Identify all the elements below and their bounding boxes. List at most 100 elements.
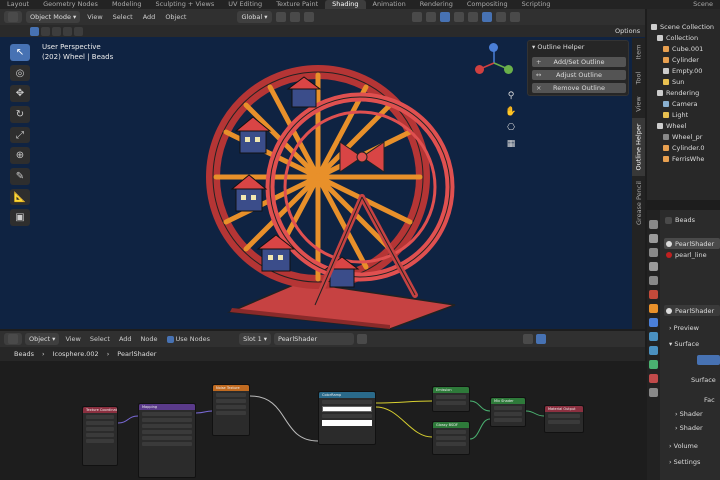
select-invert-icon[interactable]	[63, 26, 72, 36]
node-color-ramp[interactable]: ColorRamp	[318, 391, 376, 445]
tab-texture-paint[interactable]: Texture Paint	[269, 0, 325, 9]
surface-shader-field[interactable]	[697, 355, 720, 365]
select-extend-icon[interactable]	[41, 26, 50, 36]
remove-outline-button[interactable]: × Remove Outline	[532, 83, 626, 93]
panel-volume[interactable]: › Volume	[669, 442, 698, 450]
transform-orientation-dropdown[interactable]: Global ▾	[237, 11, 272, 23]
node-menu-add[interactable]: Add	[116, 335, 135, 343]
menu-select[interactable]: Select	[110, 13, 136, 21]
outliner-item[interactable]: FerrisWhe	[647, 153, 720, 164]
outliner-item[interactable]: Sun	[647, 76, 720, 87]
node-menu-node[interactable]: Node	[138, 335, 161, 343]
add-cube-tool-icon[interactable]: ▣	[10, 209, 30, 227]
node-editor-type-button[interactable]	[4, 333, 22, 345]
view-layer-tab-icon[interactable]	[649, 262, 658, 271]
outliner-item[interactable]: Light	[647, 109, 720, 120]
tab-scripting[interactable]: Scripting	[515, 0, 558, 9]
use-nodes-checkbox[interactable]: Use Nodes	[164, 335, 214, 343]
breadcrumb-mesh[interactable]: Icosphere.002	[53, 350, 99, 358]
tab-animation[interactable]: Animation	[366, 0, 413, 9]
outliner-item[interactable]: Camera	[647, 98, 720, 109]
visibility-icon[interactable]	[411, 12, 422, 22]
tab-tool[interactable]: Tool	[632, 66, 645, 90]
material-selector[interactable]: PearlShader	[274, 333, 354, 345]
shading-wireframe-icon[interactable]	[467, 12, 478, 22]
node-mix-shader[interactable]: Mix Shader	[490, 397, 526, 427]
modifier-tab-icon[interactable]	[649, 318, 658, 327]
node-canvas[interactable]: Texture Coordinate Mapping Noise Texture…	[0, 361, 645, 480]
active-material-selector[interactable]: PearlShader	[664, 305, 720, 316]
shading-rendered-icon[interactable]	[509, 12, 520, 22]
node-mapping[interactable]: Mapping	[138, 403, 196, 478]
node-glossy-bsdf[interactable]: Glossy BSDF	[432, 421, 470, 455]
tab-geometry-nodes[interactable]: Geometry Nodes	[36, 0, 105, 9]
zoom-icon[interactable]: ⚲	[508, 91, 515, 101]
shading-solid-icon[interactable]	[481, 12, 492, 22]
outliner-item[interactable]: Rendering	[647, 87, 720, 98]
y-axis-icon[interactable]	[504, 65, 513, 74]
shader-input-2[interactable]: › Shader	[675, 424, 703, 432]
transform-tool-icon[interactable]: ⊕	[10, 147, 30, 165]
slot-dropdown[interactable]: Slot 1 ▾	[239, 333, 271, 345]
texture-tab-icon[interactable]	[649, 388, 658, 397]
tab-layout[interactable]: Layout	[0, 0, 36, 9]
overlay-icon[interactable]	[439, 12, 450, 22]
menu-object[interactable]: Object	[162, 13, 189, 21]
add-set-outline-button[interactable]: + Add/Set Outline	[532, 57, 626, 67]
particles-tab-icon[interactable]	[649, 332, 658, 341]
panel-surface[interactable]: ▾ Surface	[669, 340, 699, 348]
tab-grease-pencil[interactable]: Grease Pencil	[632, 178, 645, 228]
move-tool-icon[interactable]: ✥	[10, 85, 30, 103]
navigation-gizmo[interactable]	[474, 41, 514, 81]
outliner-item[interactable]: Cube.001	[647, 43, 720, 54]
editor-type-button[interactable]	[4, 11, 22, 23]
node-menu-view[interactable]: View	[62, 335, 83, 343]
proportional-edit-icon[interactable]	[303, 12, 314, 22]
node-snap-icon[interactable]	[523, 334, 533, 344]
node-menu-select[interactable]: Select	[87, 335, 113, 343]
select-intersect-icon[interactable]	[74, 26, 83, 36]
scale-tool-icon[interactable]: ⤢	[10, 126, 30, 144]
shader-type-dropdown[interactable]: Object ▾	[25, 333, 60, 345]
tab-modeling[interactable]: Modeling	[105, 0, 149, 9]
object-tab-icon[interactable]	[649, 304, 658, 313]
outliner-item[interactable]: Cylinder	[647, 54, 720, 65]
outliner-item[interactable]: Wheel_pr	[647, 131, 720, 142]
node-material-output[interactable]: Material Output	[544, 405, 584, 433]
node-emission[interactable]: Emission	[432, 386, 470, 412]
mode-dropdown[interactable]: Object Mode ▾	[26, 11, 81, 23]
pin-icon[interactable]	[357, 334, 367, 344]
tab-shading[interactable]: Shading	[325, 0, 366, 9]
properties-object-row[interactable]: Beads	[665, 216, 695, 224]
outliner-item[interactable]: Collection	[647, 32, 720, 43]
material-slot[interactable]: pearl_line	[664, 251, 707, 259]
node-texture-coordinate[interactable]: Texture Coordinate	[82, 406, 118, 466]
select-box-icon[interactable]	[30, 26, 39, 36]
breadcrumb-object[interactable]: Beads	[14, 350, 34, 358]
menu-view[interactable]: View	[84, 13, 105, 21]
pivot-icon[interactable]	[275, 12, 286, 22]
outliner-item[interactable]: Scene Collection	[647, 21, 720, 32]
camera-icon[interactable]: ⎔	[507, 123, 515, 133]
node-noise-texture[interactable]: Noise Texture	[212, 384, 250, 436]
options-button[interactable]: Options	[615, 27, 640, 35]
shading-material-icon[interactable]	[495, 12, 506, 22]
physics-tab-icon[interactable]	[649, 346, 658, 355]
data-tab-icon[interactable]	[649, 360, 658, 369]
select-tool-icon[interactable]: ↖	[10, 44, 30, 61]
snap-icon[interactable]	[289, 12, 300, 22]
breadcrumb-material[interactable]: PearlShader	[117, 350, 156, 358]
annotate-tool-icon[interactable]: ✎	[10, 168, 30, 185]
tab-compositing[interactable]: Compositing	[460, 0, 515, 9]
tab-uv-editing[interactable]: UV Editing	[221, 0, 269, 9]
xray-icon[interactable]	[453, 12, 464, 22]
tool-tab-icon[interactable]	[649, 220, 658, 229]
gizmo-icon[interactable]	[425, 12, 436, 22]
grid-icon[interactable]: ▦	[507, 139, 516, 149]
tab-rendering[interactable]: Rendering	[413, 0, 460, 9]
x-axis-icon[interactable]	[475, 65, 484, 74]
scene-selector[interactable]: Scene	[686, 0, 720, 9]
output-tab-icon[interactable]	[649, 248, 658, 257]
node-overlay-icon[interactable]	[536, 334, 546, 344]
outliner-item[interactable]: Wheel	[647, 120, 720, 131]
